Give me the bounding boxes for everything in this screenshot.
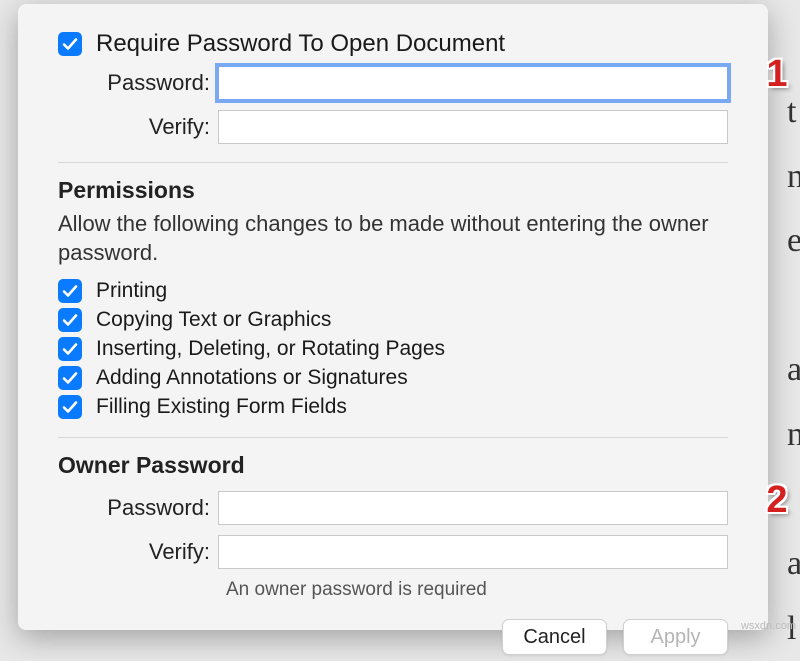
require-password-row: Require Password To Open Document (58, 30, 728, 58)
check-icon (62, 312, 78, 328)
background-text: tne an al (787, 80, 800, 661)
owner-password-input[interactable] (218, 491, 728, 525)
owner-verify-input[interactable] (218, 535, 728, 569)
check-icon (62, 399, 78, 415)
perm-label: Adding Annotations or Signatures (96, 366, 408, 390)
open-verify-label: Verify: (58, 114, 218, 140)
perm-printing-checkbox[interactable] (58, 279, 82, 303)
check-icon (62, 283, 78, 299)
owner-helper-text: An owner password is required (226, 579, 728, 601)
open-verify-input[interactable] (218, 110, 728, 144)
watermark: wsxdn.com (741, 620, 796, 632)
perm-label: Inserting, Deleting, or Rotating Pages (96, 337, 445, 361)
check-icon (62, 341, 78, 357)
require-password-label: Require Password To Open Document (96, 30, 505, 58)
annotation-badge-1: 1 (760, 52, 794, 96)
open-password-input[interactable] (218, 66, 728, 100)
permissions-list: Printing Copying Text or Graphics Insert… (58, 279, 728, 419)
perm-label: Filling Existing Form Fields (96, 395, 347, 419)
owner-verify-row: Verify: (58, 535, 728, 569)
divider (58, 162, 728, 163)
perm-label: Copying Text or Graphics (96, 308, 331, 332)
apply-button[interactable]: Apply (623, 619, 728, 655)
perm-inserting-checkbox[interactable] (58, 337, 82, 361)
owner-password-row: Password: (58, 491, 728, 525)
perm-inserting: Inserting, Deleting, or Rotating Pages (58, 337, 728, 361)
divider (58, 437, 728, 438)
perm-filling: Filling Existing Form Fields (58, 395, 728, 419)
password-dialog: Require Password To Open Document Passwo… (18, 4, 768, 630)
open-verify-row: Verify: (58, 110, 728, 144)
require-password-checkbox[interactable] (58, 32, 82, 56)
check-icon (62, 36, 78, 52)
owner-password-label: Password: (58, 495, 218, 521)
owner-verify-label: Verify: (58, 539, 218, 565)
owner-title: Owner Password (58, 452, 728, 479)
perm-annotations: Adding Annotations or Signatures (58, 366, 728, 390)
perm-copying-checkbox[interactable] (58, 308, 82, 332)
perm-annotations-checkbox[interactable] (58, 366, 82, 390)
annotation-badge-2: 2 (760, 478, 794, 522)
perm-label: Printing (96, 279, 167, 303)
open-password-label: Password: (58, 70, 218, 96)
perm-copying: Copying Text or Graphics (58, 308, 728, 332)
check-icon (62, 370, 78, 386)
permissions-desc: Allow the following changes to be made w… (58, 210, 728, 267)
open-password-row: Password: (58, 66, 728, 100)
button-row: Cancel Apply (58, 619, 728, 655)
perm-filling-checkbox[interactable] (58, 395, 82, 419)
permissions-title: Permissions (58, 177, 728, 204)
cancel-button[interactable]: Cancel (502, 619, 607, 655)
perm-printing: Printing (58, 279, 728, 303)
